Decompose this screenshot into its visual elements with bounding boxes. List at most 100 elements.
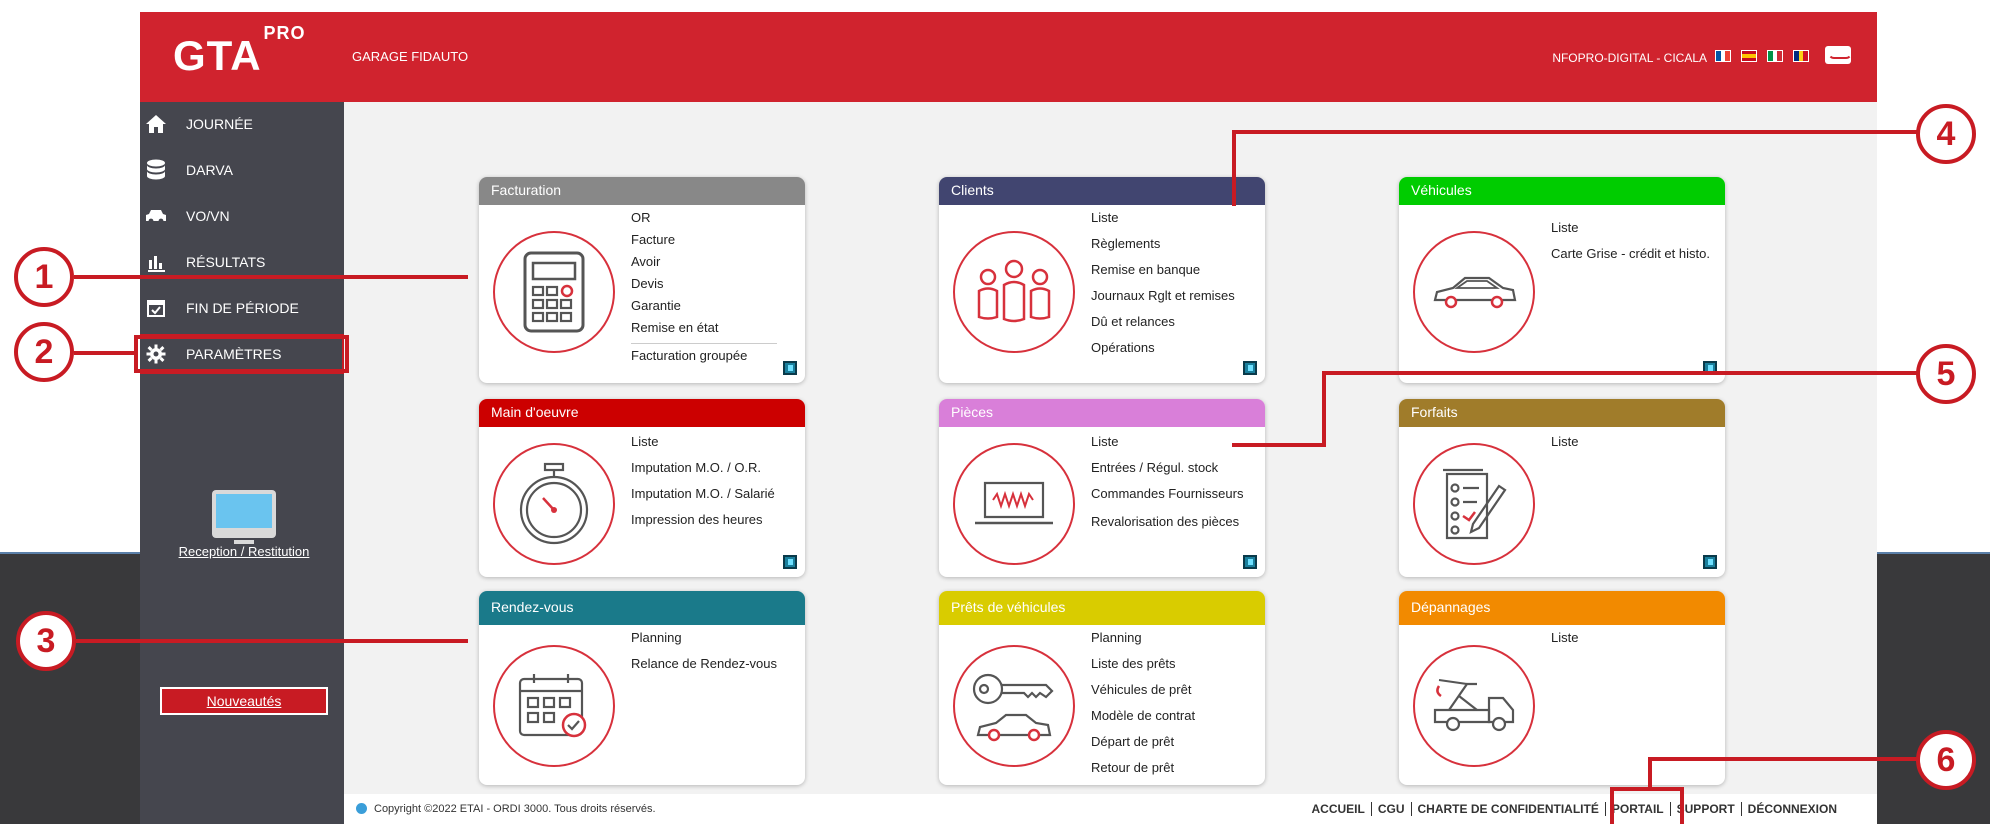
- link-liste-prets[interactable]: Liste des prêts: [1091, 651, 1195, 677]
- sidebar-item-journee[interactable]: JOURNÉE: [140, 104, 344, 144]
- link-facturation-groupee[interactable]: Facturation groupée: [631, 343, 777, 367]
- reception-restitution-link[interactable]: Reception / Restitution: [174, 490, 314, 559]
- card-title[interactable]: Prêts de véhicules: [939, 591, 1265, 625]
- video-icon[interactable]: [1703, 555, 1717, 569]
- car-icon: [144, 204, 168, 228]
- link-liste[interactable]: Liste: [1551, 625, 1578, 651]
- card-prets: Prêts de véhicules Planning Liste des pr…: [939, 591, 1265, 785]
- card-title[interactable]: Véhicules: [1399, 177, 1725, 205]
- flag-fr-icon[interactable]: [1715, 50, 1731, 62]
- card-main-oeuvre: Main d'oeuvre Liste Imputation M.O. / O.…: [479, 399, 805, 577]
- checklist-icon[interactable]: [1413, 443, 1535, 565]
- link-liste[interactable]: Liste: [1091, 205, 1235, 231]
- footer-link-charte[interactable]: CHARTE DE CONFIDENTIALITÉ: [1410, 802, 1605, 816]
- link-remise-etat[interactable]: Remise en état: [631, 317, 777, 339]
- link-liste[interactable]: Liste: [1551, 429, 1578, 455]
- card-title[interactable]: Rendez-vous: [479, 591, 805, 625]
- callout-5-line-h2: [1232, 443, 1326, 447]
- callout-6-line-v: [1648, 757, 1652, 791]
- link-reglements[interactable]: Règlements: [1091, 231, 1235, 257]
- video-icon[interactable]: [783, 361, 797, 375]
- video-icon[interactable]: [783, 555, 797, 569]
- card-links: OR Facture Avoir Devis Garantie Remise e…: [631, 207, 777, 367]
- link-remise-banque[interactable]: Remise en banque: [1091, 257, 1235, 283]
- sidebar-item-fin-periode[interactable]: FIN DE PÉRIODE: [140, 288, 344, 328]
- link-garantie[interactable]: Garantie: [631, 295, 777, 317]
- link-planning[interactable]: Planning: [631, 625, 777, 651]
- tow-truck-icon[interactable]: [1413, 645, 1535, 767]
- callout-5-line-v: [1322, 371, 1326, 447]
- link-revalorisation[interactable]: Revalorisation des pièces: [1091, 509, 1243, 535]
- garage-name: GARAGE FIDAUTO: [352, 49, 469, 64]
- spring-part-icon[interactable]: [953, 443, 1075, 565]
- home-icon: [144, 112, 168, 136]
- globe-icon: [356, 803, 367, 814]
- link-facture[interactable]: Facture: [631, 229, 777, 251]
- link-du-relances[interactable]: Dû et relances: [1091, 309, 1235, 335]
- calendar-check-icon: [144, 296, 168, 320]
- callout-6-line-h: [1648, 757, 1918, 761]
- user-name: NFOPRO-DIGITAL - CICALA: [1552, 51, 1707, 65]
- card-title[interactable]: Forfaits: [1399, 399, 1725, 427]
- sidebar-item-label: VO/VN: [186, 208, 230, 224]
- nouveautes-button[interactable]: Nouveautés: [160, 687, 328, 715]
- callout-3-line: [76, 639, 468, 643]
- card-title[interactable]: Clients: [939, 177, 1265, 205]
- sidebar: JOURNÉE DARVA VO/VN RÉSULTATS FIN DE PÉR…: [140, 102, 346, 824]
- link-operations[interactable]: Opérations: [1091, 335, 1235, 361]
- link-or[interactable]: OR: [631, 207, 777, 229]
- people-icon[interactable]: [953, 231, 1075, 353]
- link-devis[interactable]: Devis: [631, 273, 777, 295]
- footer-link-cgu[interactable]: CGU: [1370, 802, 1411, 816]
- card-title[interactable]: Main d'oeuvre: [479, 399, 805, 427]
- sidebar-item-darva[interactable]: DARVA: [140, 150, 344, 190]
- stopwatch-icon[interactable]: [493, 443, 615, 565]
- language-flags: [1715, 50, 1809, 62]
- key-car-icon[interactable]: [953, 645, 1075, 767]
- video-icon[interactable]: [1243, 555, 1257, 569]
- link-journaux[interactable]: Journaux Rglt et remises: [1091, 283, 1235, 309]
- link-vehicules-pret[interactable]: Véhicules de prêt: [1091, 677, 1195, 703]
- flag-ro-icon[interactable]: [1793, 50, 1809, 62]
- sidebar-item-label: FIN DE PÉRIODE: [186, 300, 299, 316]
- link-entrees-regul[interactable]: Entrées / Régul. stock: [1091, 455, 1243, 481]
- link-retour-pret[interactable]: Retour de prêt: [1091, 755, 1195, 781]
- link-imputation-salarie[interactable]: Imputation M.O. / Salarié: [631, 481, 775, 507]
- link-modele-contrat[interactable]: Modèle de contrat: [1091, 703, 1195, 729]
- link-commandes-fournisseurs[interactable]: Commandes Fournisseurs: [1091, 481, 1243, 507]
- monitor-icon: [212, 490, 276, 544]
- card-depannages: Dépannages Liste: [1399, 591, 1725, 785]
- card-links: Liste: [1551, 625, 1578, 651]
- sidebar-item-vovn[interactable]: VO/VN: [140, 196, 344, 236]
- card-links: Liste Imputation M.O. / O.R. Imputation …: [631, 429, 775, 533]
- link-avoir[interactable]: Avoir: [631, 251, 777, 273]
- link-carte-grise[interactable]: Carte Grise - crédit et histo.: [1551, 241, 1710, 267]
- link-imputation-or[interactable]: Imputation M.O. / O.R.: [631, 455, 775, 481]
- video-icon[interactable]: [1243, 361, 1257, 375]
- link-relance-rdv[interactable]: Relance de Rendez-vous: [631, 651, 777, 677]
- footer-link-accueil[interactable]: ACCUEIL: [1306, 802, 1371, 816]
- flag-it-icon[interactable]: [1767, 50, 1783, 62]
- mail-icon[interactable]: [1825, 46, 1852, 64]
- callout-1-line: [74, 275, 468, 279]
- card-links: Planning Relance de Rendez-vous: [631, 625, 777, 677]
- link-liste[interactable]: Liste: [631, 429, 775, 455]
- card-title[interactable]: Pièces: [939, 399, 1265, 427]
- flag-es-icon[interactable]: [1741, 50, 1757, 62]
- card-links: Liste Entrées / Régul. stock Commandes F…: [1091, 429, 1243, 535]
- card-title[interactable]: Facturation: [479, 177, 805, 205]
- callout-2-highlight: [134, 335, 349, 373]
- calendar-icon[interactable]: [493, 645, 615, 767]
- calculator-icon[interactable]: [493, 231, 615, 353]
- top-header: GTA PRO GARAGE FIDAUTO NFOPRO-DIGITAL - C…: [140, 12, 1877, 102]
- app-logo[interactable]: GTA PRO: [173, 23, 306, 80]
- link-impression-heures[interactable]: Impression des heures: [631, 507, 775, 533]
- link-depart-pret[interactable]: Départ de prêt: [1091, 729, 1195, 755]
- car-outline-icon[interactable]: [1413, 231, 1535, 353]
- link-liste[interactable]: Liste: [1091, 429, 1243, 455]
- card-title[interactable]: Dépannages: [1399, 591, 1725, 625]
- link-planning[interactable]: Planning: [1091, 625, 1195, 651]
- footer-link-deconnexion[interactable]: DÉCONNEXION: [1740, 802, 1843, 816]
- link-liste[interactable]: Liste: [1551, 215, 1710, 241]
- card-rendez-vous: Rendez-vous Planning Relance de Rendez-v…: [479, 591, 805, 785]
